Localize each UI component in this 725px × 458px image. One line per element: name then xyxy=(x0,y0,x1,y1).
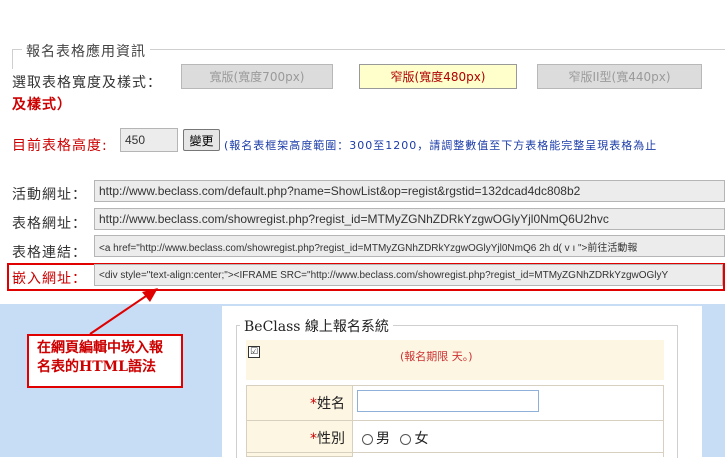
narrow-ii-layout-button[interactable]: 窄版II型(寬440px) xyxy=(537,64,702,89)
required-mark: * xyxy=(310,396,317,412)
table-row-divider xyxy=(246,420,664,421)
narrow-layout-button[interactable]: 窄版(寬度480px) xyxy=(359,64,517,89)
activity-url-label: 活動網址： xyxy=(12,187,87,203)
width-style-label-continued: 及樣式） xyxy=(12,97,72,113)
name-input[interactable] xyxy=(357,390,539,412)
gender-field-label: *性別 xyxy=(310,428,345,448)
panel-legend: 報名表格應用資訊 xyxy=(22,41,150,61)
form-preview-title: BeClass 線上報名系統 xyxy=(240,316,393,336)
height-input[interactable]: 450 xyxy=(120,128,178,152)
gender-male-radio[interactable] xyxy=(362,433,373,445)
gender-female-label: 女 xyxy=(414,431,429,447)
agree-checkbox[interactable]: ☑ xyxy=(248,346,260,358)
name-label-text: 姓名 xyxy=(317,396,345,412)
gender-female-radio[interactable] xyxy=(400,433,412,445)
deadline-notice: (報名期限 天。) xyxy=(400,350,473,363)
callout-arrow-icon xyxy=(89,288,158,335)
gender-options: 男 女 xyxy=(362,428,428,448)
table-row-divider xyxy=(246,452,664,453)
table-column-divider xyxy=(352,385,353,457)
gender-label-text: 性別 xyxy=(317,431,345,447)
height-range-note: (報名表框架高度範圍：300至1200，請調整數值至下方表格能完整呈現表格為止 xyxy=(224,139,658,152)
embed-url-field[interactable]: <div style="text-align:center;"><IFRAME … xyxy=(94,264,723,286)
embed-explanation-callout: 在網頁編輯中崁入報名表的HTML語法 xyxy=(27,334,183,388)
embed-url-label: 嵌入網址： xyxy=(12,271,87,287)
required-mark: * xyxy=(310,431,317,447)
form-link-label: 表格連結： xyxy=(12,245,87,261)
name-field-label: *姓名 xyxy=(310,393,345,413)
form-url-field[interactable]: http://www.beclass.com/showregist.php?re… xyxy=(94,208,725,230)
wide-layout-button[interactable]: 寬版(寬度700px) xyxy=(181,64,333,89)
width-style-label: 選取表格寬度及樣式： xyxy=(12,75,162,91)
form-link-field[interactable]: <a href="http://www.beclass.com/showregi… xyxy=(94,235,725,257)
form-url-label: 表格網址： xyxy=(12,216,87,232)
gender-male-label: 男 xyxy=(376,431,390,447)
update-height-button[interactable]: 變更 xyxy=(183,129,220,151)
height-label: 目前表格高度: xyxy=(12,138,108,154)
panel-fieldset-left-edge xyxy=(12,49,13,69)
activity-url-field[interactable]: http://www.beclass.com/default.php?name=… xyxy=(94,180,725,202)
